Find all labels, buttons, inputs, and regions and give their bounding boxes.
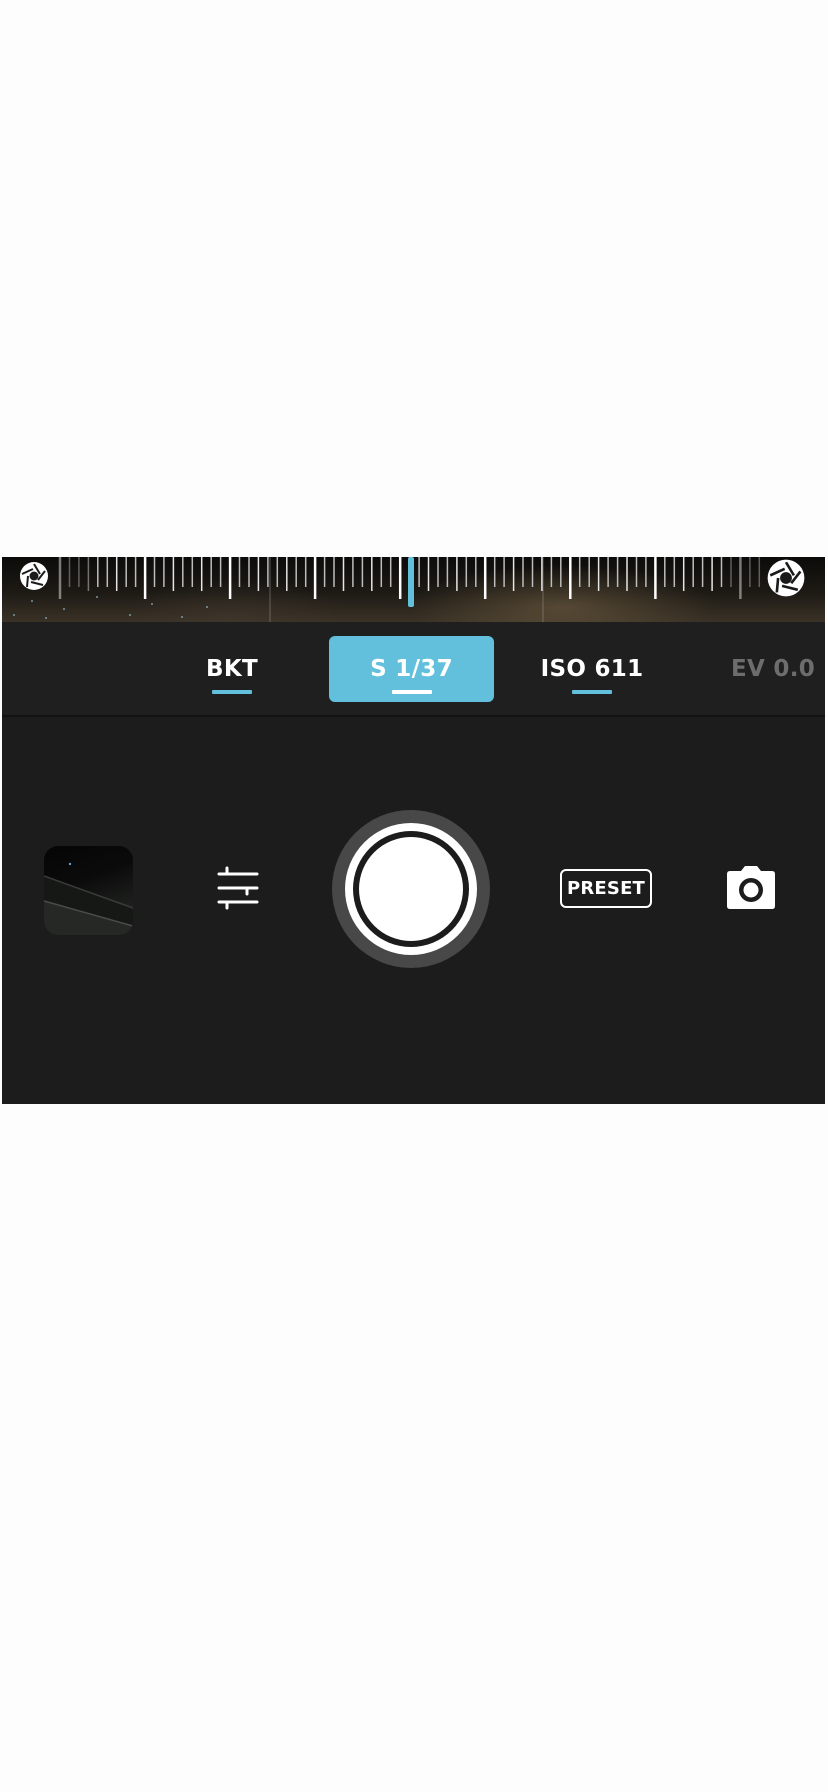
background-speck bbox=[206, 606, 208, 608]
tab-indicator bbox=[391, 690, 432, 694]
shutter-button[interactable] bbox=[332, 810, 490, 968]
background-speck bbox=[96, 596, 98, 598]
background-speck bbox=[181, 616, 183, 618]
dial-ticks bbox=[13, 557, 761, 622]
shutter-gap bbox=[353, 831, 469, 947]
preset-label: PRESET bbox=[566, 878, 646, 899]
dial-current-indicator bbox=[408, 557, 414, 607]
tab-label: S 1/37 bbox=[370, 656, 453, 682]
tab-shutter-speed[interactable]: S 1/37 bbox=[329, 636, 494, 702]
camera-icon bbox=[727, 866, 775, 909]
aperture-icon[interactable] bbox=[765, 557, 807, 599]
shutter-core bbox=[359, 837, 463, 941]
tab-exposure-value[interactable]: EV 0.0 bbox=[707, 636, 825, 702]
aperture-icon[interactable] bbox=[18, 560, 50, 592]
capture-controls: PRESET bbox=[2, 717, 825, 1104]
tab-iso[interactable]: ISO 611 bbox=[534, 636, 650, 702]
preset-button[interactable]: PRESET bbox=[560, 869, 652, 908]
tab-label: BKT bbox=[206, 656, 258, 682]
tab-indicator bbox=[212, 690, 252, 694]
camera-switch-button[interactable] bbox=[725, 863, 777, 911]
background-speck bbox=[13, 614, 15, 616]
background-speck bbox=[151, 603, 153, 605]
background-speck bbox=[63, 608, 65, 610]
background-speck bbox=[129, 614, 131, 616]
last-photo-thumbnail[interactable] bbox=[44, 846, 133, 935]
camera-control-panel: BKT S 1/37 ISO 611 EV 0.0 PRESET bbox=[2, 557, 825, 1104]
tab-label: ISO 611 bbox=[540, 656, 644, 682]
shutter-ring bbox=[345, 823, 477, 955]
background-speck bbox=[45, 617, 47, 619]
background-speck bbox=[31, 600, 33, 602]
tab-indicator bbox=[572, 690, 612, 694]
adjustments-button[interactable] bbox=[215, 865, 261, 911]
page: BKT S 1/37 ISO 611 EV 0.0 PRESET bbox=[0, 0, 828, 1792]
thumbnail-image bbox=[44, 862, 133, 935]
tab-bracketing[interactable]: BKT bbox=[184, 636, 280, 702]
sliders-icon bbox=[217, 866, 259, 910]
tab-label: EV 0.0 bbox=[731, 656, 816, 682]
mode-selector: BKT S 1/37 ISO 611 EV 0.0 bbox=[2, 622, 825, 717]
shutter-speed-dial[interactable] bbox=[2, 557, 825, 622]
